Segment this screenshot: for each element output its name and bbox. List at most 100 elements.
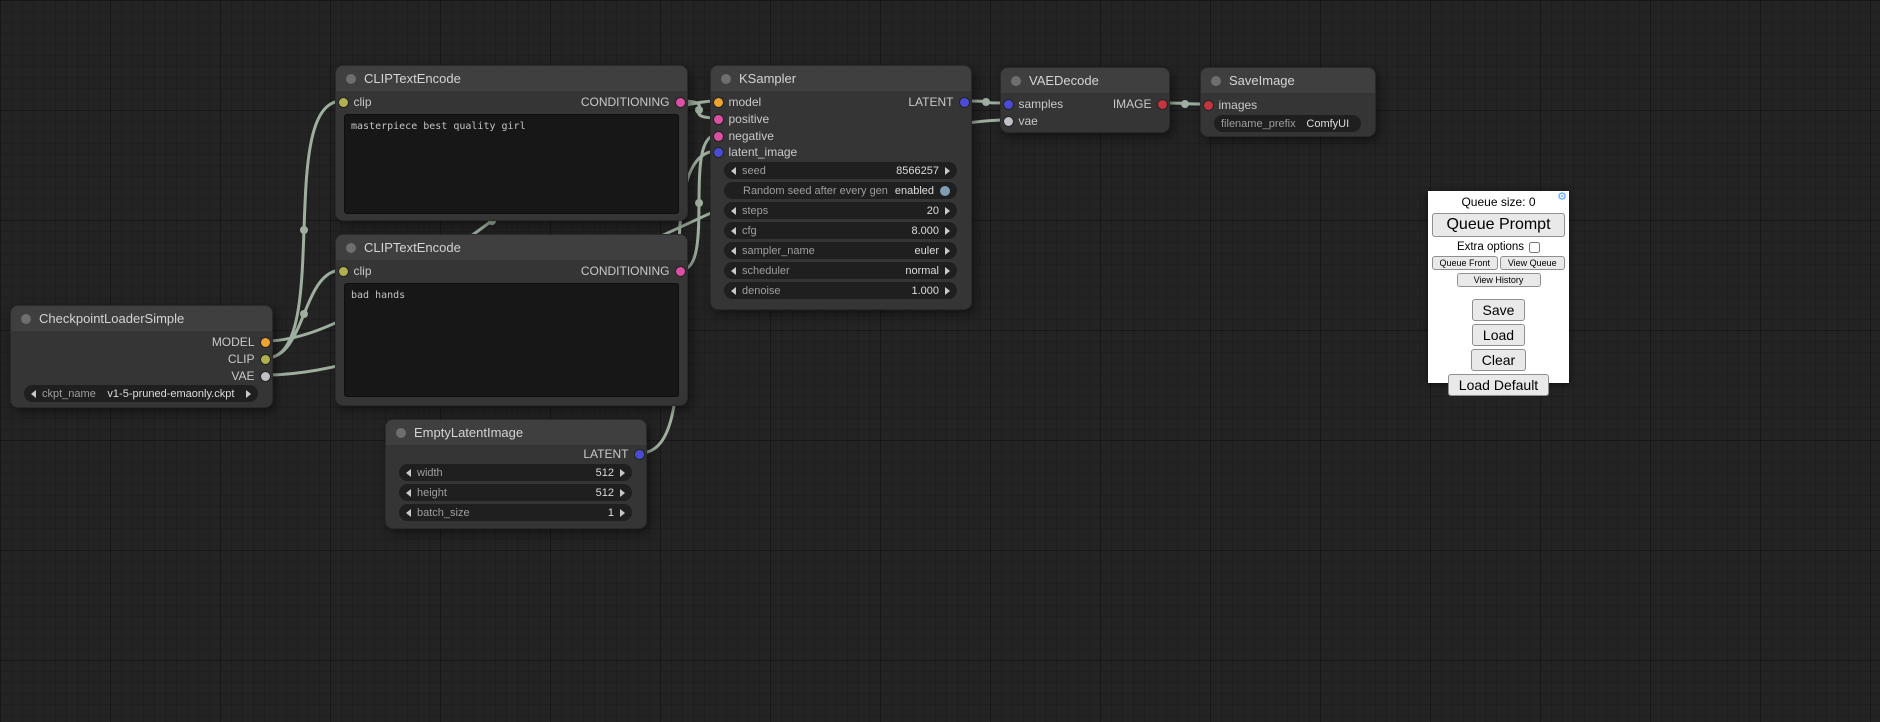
- conditioning-port-dot[interactable]: [714, 115, 723, 124]
- collapse-dot-icon[interactable]: [1011, 76, 1021, 86]
- prev-option-arrow-icon[interactable]: [731, 247, 736, 255]
- save-button[interactable]: Save: [1472, 299, 1526, 321]
- widget-value: euler: [915, 245, 939, 257]
- next-option-arrow-icon[interactable]: [945, 267, 950, 275]
- view-history-button[interactable]: View History: [1457, 273, 1541, 287]
- decrement-arrow-icon[interactable]: [406, 489, 411, 497]
- clear-button[interactable]: Clear: [1471, 349, 1526, 371]
- widget-height[interactable]: height 512: [399, 484, 632, 501]
- wire-clip-to-negative-encode: [266, 270, 342, 358]
- load-button[interactable]: Load: [1472, 324, 1525, 346]
- output-conditioning: CONDITIONING: [581, 264, 685, 278]
- vae-port-dot[interactable]: [261, 372, 270, 381]
- widget-batch-size[interactable]: batch_size 1: [399, 504, 632, 521]
- node-vaedecode[interactable]: VAEDecode samples vae IMAGE: [1000, 67, 1170, 133]
- input-images: images: [1204, 98, 1258, 112]
- node-ksampler[interactable]: KSampler model positive negative latent_…: [710, 65, 972, 310]
- node-title-bar[interactable]: SaveImage: [1201, 68, 1375, 93]
- model-port-dot[interactable]: [261, 338, 270, 347]
- decrement-arrow-icon[interactable]: [731, 227, 736, 235]
- port-label: CONDITIONING: [581, 95, 670, 109]
- increment-arrow-icon[interactable]: [945, 167, 950, 175]
- settings-gear-icon[interactable]: ⚙: [1557, 192, 1567, 203]
- clip-port-dot[interactable]: [261, 355, 270, 364]
- port-label: images: [1219, 98, 1258, 112]
- widget-label: ckpt_name: [42, 388, 96, 400]
- conditioning-port-dot[interactable]: [676, 98, 685, 107]
- image-port-dot[interactable]: [1158, 100, 1167, 109]
- queue-prompt-button[interactable]: Queue Prompt: [1432, 213, 1565, 237]
- output-conditioning: CONDITIONING: [581, 95, 685, 109]
- conditioning-port-dot[interactable]: [714, 132, 723, 141]
- view-queue-button[interactable]: View Queue: [1500, 256, 1566, 270]
- node-saveimage[interactable]: SaveImage images filename_prefix ComfyUI: [1200, 67, 1376, 137]
- collapse-dot-icon[interactable]: [21, 314, 31, 324]
- widget-steps[interactable]: steps 20: [724, 202, 957, 219]
- decrement-arrow-icon[interactable]: [406, 509, 411, 517]
- increment-arrow-icon[interactable]: [945, 227, 950, 235]
- clip-port-dot[interactable]: [339, 98, 348, 107]
- clip-port-dot[interactable]: [339, 267, 348, 276]
- increment-arrow-icon[interactable]: [945, 287, 950, 295]
- image-port-dot[interactable]: [1204, 101, 1213, 110]
- node-cliptextencode-negative[interactable]: CLIPTextEncode clip CONDITIONING bad han…: [335, 234, 688, 406]
- port-label: CONDITIONING: [581, 264, 670, 278]
- widget-scheduler[interactable]: scheduler normal: [724, 262, 957, 279]
- latent-port-dot[interactable]: [1004, 100, 1013, 109]
- prompt-textarea[interactable]: masterpiece best quality girl: [344, 114, 679, 214]
- model-port-dot[interactable]: [714, 98, 723, 107]
- node-graph-canvas[interactable]: CheckpointLoaderSimple MODEL CLIP VAE ck…: [0, 0, 1880, 722]
- wire-clip-to-positive-encode: [266, 101, 342, 358]
- widget-sampler-name[interactable]: sampler_name euler: [724, 242, 957, 259]
- node-checkpointloadersimple[interactable]: CheckpointLoaderSimple MODEL CLIP VAE ck…: [10, 305, 273, 408]
- node-cliptextencode-positive[interactable]: CLIPTextEncode clip CONDITIONING masterp…: [335, 65, 688, 221]
- node-emptylatentimage[interactable]: EmptyLatentImage LATENT width 512 height…: [385, 419, 647, 529]
- prev-option-arrow-icon[interactable]: [31, 390, 36, 398]
- queue-front-button[interactable]: Queue Front: [1432, 256, 1498, 270]
- node-title-bar[interactable]: KSampler: [711, 66, 971, 91]
- widget-seed[interactable]: seed 8566257: [724, 162, 957, 179]
- extra-options-label: Extra options: [1457, 241, 1524, 253]
- widget-value: 1.000: [911, 285, 939, 297]
- increment-arrow-icon[interactable]: [620, 489, 625, 497]
- node-title-bar[interactable]: CLIPTextEncode: [336, 66, 687, 91]
- increment-arrow-icon[interactable]: [620, 469, 625, 477]
- vae-port-dot[interactable]: [1004, 117, 1013, 126]
- conditioning-port-dot[interactable]: [676, 267, 685, 276]
- next-option-arrow-icon[interactable]: [246, 390, 251, 398]
- latent-port-dot[interactable]: [714, 148, 723, 157]
- increment-arrow-icon[interactable]: [945, 207, 950, 215]
- collapse-dot-icon[interactable]: [346, 243, 356, 253]
- toggle-indicator-icon[interactable]: [940, 186, 950, 196]
- link-midpoint-dot: [695, 106, 703, 114]
- load-default-button[interactable]: Load Default: [1448, 374, 1549, 396]
- collapse-dot-icon[interactable]: [346, 74, 356, 84]
- decrement-arrow-icon[interactable]: [731, 287, 736, 295]
- node-title-bar[interactable]: CheckpointLoaderSimple: [11, 306, 272, 331]
- output-vae: VAE: [231, 369, 269, 383]
- widget-filename-prefix[interactable]: filename_prefix ComfyUI: [1214, 115, 1361, 132]
- decrement-arrow-icon[interactable]: [731, 167, 736, 175]
- widget-value: 8566257: [896, 165, 939, 177]
- widget-ckpt-name[interactable]: ckpt_name v1-5-pruned-emaonly.ckpt: [24, 385, 258, 402]
- next-option-arrow-icon[interactable]: [945, 247, 950, 255]
- increment-arrow-icon[interactable]: [620, 509, 625, 517]
- prev-option-arrow-icon[interactable]: [731, 267, 736, 275]
- node-title-bar[interactable]: VAEDecode: [1001, 68, 1169, 93]
- decrement-arrow-icon[interactable]: [731, 207, 736, 215]
- node-title-bar[interactable]: EmptyLatentImage: [386, 420, 646, 445]
- widget-cfg[interactable]: cfg 8.000: [724, 222, 957, 239]
- extra-options-checkbox[interactable]: [1529, 242, 1540, 253]
- widget-random-seed-toggle[interactable]: Random seed after every gen enabled: [724, 182, 957, 199]
- decrement-arrow-icon[interactable]: [406, 469, 411, 477]
- widget-width[interactable]: width 512: [399, 464, 632, 481]
- collapse-dot-icon[interactable]: [396, 428, 406, 438]
- latent-port-dot[interactable]: [635, 450, 644, 459]
- node-title-bar[interactable]: CLIPTextEncode: [336, 235, 687, 260]
- widget-denoise[interactable]: denoise 1.000: [724, 282, 957, 299]
- port-label: vae: [1019, 114, 1038, 128]
- latent-port-dot[interactable]: [960, 98, 969, 107]
- prompt-textarea[interactable]: bad hands: [344, 283, 679, 397]
- collapse-dot-icon[interactable]: [721, 74, 731, 84]
- collapse-dot-icon[interactable]: [1211, 76, 1221, 86]
